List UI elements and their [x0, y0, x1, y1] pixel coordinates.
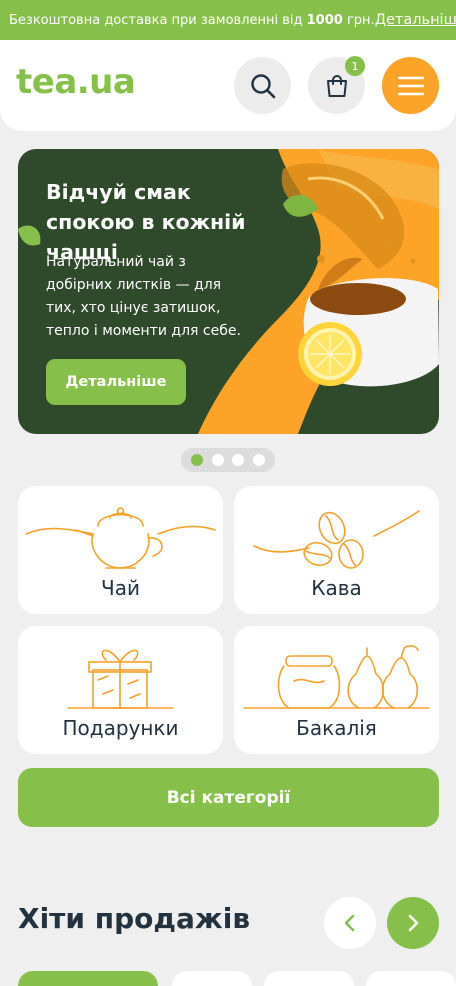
carousel-prev-button[interactable]: [324, 897, 376, 949]
search-icon: [250, 73, 275, 98]
category-card-tea[interactable]: Чай: [18, 486, 223, 614]
slider-pagination: [181, 448, 275, 472]
cart-button[interactable]: 1: [308, 56, 365, 114]
bestseller-tabs: [18, 971, 456, 986]
bestseller-tab-1[interactable]: [18, 971, 158, 986]
all-categories-button[interactable]: Всі категорії: [18, 768, 439, 827]
search-button[interactable]: [234, 57, 291, 114]
promo-text-start: Безкоштовна доставка при замовленні від: [9, 12, 307, 28]
bestseller-tab-4[interactable]: [366, 971, 456, 986]
coffee-beans-icon: [253, 510, 420, 569]
slider-dot-4[interactable]: [252, 454, 265, 466]
teapot-icon: [25, 507, 216, 569]
section-title: Хіти продажів: [18, 902, 251, 935]
menu-button[interactable]: [382, 57, 439, 114]
category-label: Чай: [101, 576, 140, 600]
shopping-bag-icon: [326, 74, 347, 97]
hero-text: Натуральний чай з добірних листків — для…: [46, 254, 241, 339]
hamburger-menu-icon: [397, 76, 424, 95]
slider-dot-1[interactable]: [191, 454, 204, 466]
category-label: Бакалія: [296, 716, 377, 740]
slider-dot-2[interactable]: [211, 454, 224, 466]
hero-details-button[interactable]: Детальніше: [46, 359, 186, 405]
category-label: Кава: [311, 576, 362, 600]
jar-and-pears-icon: [243, 645, 430, 709]
category-card-gifts[interactable]: Подарунки: [18, 626, 223, 754]
site-header: tea.ua 1: [0, 40, 456, 131]
promo-text: Безкоштовна доставка при замовленні від …: [9, 13, 375, 28]
cart-count-badge: 1: [345, 56, 365, 76]
gift-box-icon: [67, 649, 174, 709]
carousel-next-button[interactable]: [387, 897, 439, 949]
bestseller-tab-3[interactable]: [264, 971, 354, 986]
chevron-left-icon: [344, 914, 355, 932]
promo-text-end: грн.: [342, 12, 375, 28]
slider-dot-3[interactable]: [232, 454, 245, 466]
category-card-coffee[interactable]: Кава: [234, 486, 439, 614]
promo-bar: Безкоштовна доставка при замовленні від …: [0, 0, 456, 40]
hero-banner[interactable]: Відчуй смак спокою в кожній чашці Натура…: [18, 149, 439, 434]
logo[interactable]: tea.ua: [16, 62, 136, 102]
promo-details-link[interactable]: Детальніше: [375, 12, 456, 28]
category-card-grocery[interactable]: Бакалія: [234, 626, 439, 754]
chevron-right-icon: [408, 914, 419, 932]
bestseller-tab-2[interactable]: [172, 971, 252, 986]
promo-amount: 1000: [306, 12, 343, 28]
category-label: Подарунки: [62, 716, 179, 740]
